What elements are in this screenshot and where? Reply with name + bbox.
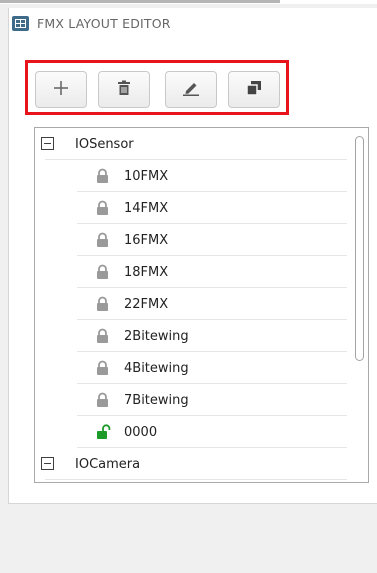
- lock-icon: [96, 392, 109, 412]
- lock-icon: [96, 232, 109, 252]
- lock-icon: [96, 328, 109, 348]
- duplicate-icon: [246, 80, 262, 100]
- duplicate-button[interactable]: [228, 71, 280, 108]
- lock-icon: [96, 296, 109, 316]
- edit-button[interactable]: [165, 71, 217, 108]
- top-tab-strip: [0, 0, 377, 4]
- tree-item-label: 14FMX: [124, 200, 169, 216]
- lock-icon: [96, 360, 109, 380]
- tab-indicator: [0, 0, 280, 3]
- tree-item[interactable]: 18FMX: [35, 256, 347, 288]
- tree-group-label: IOSensor: [75, 136, 134, 152]
- panel-header: FMX LAYOUT EDITOR: [12, 12, 171, 34]
- layout-editor-icon: [12, 15, 29, 31]
- tree-item[interactable]: 22FMX: [35, 288, 347, 320]
- collapse-icon[interactable]: [41, 137, 54, 150]
- lock-icon: [96, 264, 109, 284]
- panel-title: FMX LAYOUT EDITOR: [37, 15, 171, 31]
- tree-group-label: IOCamera: [75, 456, 141, 472]
- tree-item-label: 2Bitewing: [124, 328, 189, 344]
- delete-button[interactable]: [98, 71, 150, 108]
- tree-item-label: 4Bitewing: [124, 360, 189, 376]
- tree-item-label: 18FMX: [124, 264, 169, 280]
- tree-item[interactable]: 7Bitewing: [35, 384, 347, 416]
- layout-tree: IOSensor 10FMX 14FMX 16FMX 18FMX 22FMX 2…: [34, 127, 369, 483]
- lock-icon: [96, 200, 109, 220]
- tree-item[interactable]: 10FMX: [35, 160, 347, 192]
- vertical-scrollbar-thumb[interactable]: [355, 136, 364, 361]
- toolbar: [25, 60, 289, 115]
- pencil-icon: [182, 80, 200, 100]
- trash-icon: [116, 80, 132, 100]
- tree-group-iocamera[interactable]: IOCamera: [35, 448, 347, 480]
- lock-icon: [96, 168, 109, 188]
- tree-item-label: 16FMX: [124, 232, 169, 248]
- row-divider: [45, 479, 347, 480]
- tree-item[interactable]: 0000: [35, 416, 347, 448]
- tree-item[interactable]: 4Bitewing: [35, 352, 347, 384]
- tree-item-label: 7Bitewing: [124, 392, 189, 408]
- add-button[interactable]: [35, 71, 87, 108]
- collapse-icon[interactable]: [41, 457, 54, 470]
- unlock-icon: [96, 424, 111, 444]
- tree-item-label: 0000: [124, 424, 158, 440]
- tree-item[interactable]: 16FMX: [35, 224, 347, 256]
- tree-item-label: 22FMX: [124, 296, 169, 312]
- tree-item-label: 10FMX: [124, 168, 169, 184]
- tree-item[interactable]: 14FMX: [35, 192, 347, 224]
- tree-item[interactable]: 2Bitewing: [35, 320, 347, 352]
- tree-group-iosensor[interactable]: IOSensor: [35, 128, 347, 160]
- plus-icon: [52, 79, 70, 101]
